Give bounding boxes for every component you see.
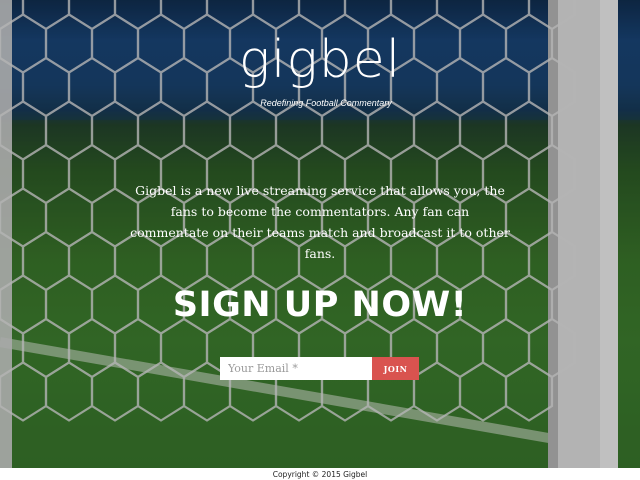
signup-heading: SIGN UP NOW! [172, 285, 468, 325]
landing-page: gigbel Redefining Football Commentary Gi… [0, 0, 640, 480]
footer: Copyright © 2015 Gigbel [0, 468, 640, 480]
tagline: Redefining Football Commentary [260, 98, 392, 108]
signup-form: JOIN [220, 357, 420, 380]
intro-paragraph: Gigbel is a new live streaming service t… [130, 183, 510, 261]
copyright-text: Copyright © 2015 Gigbel [272, 470, 368, 479]
join-button[interactable]: JOIN [372, 357, 419, 380]
email-input[interactable] [220, 357, 372, 380]
gigbel-logo[interactable]: gigbel [0, 30, 640, 90]
